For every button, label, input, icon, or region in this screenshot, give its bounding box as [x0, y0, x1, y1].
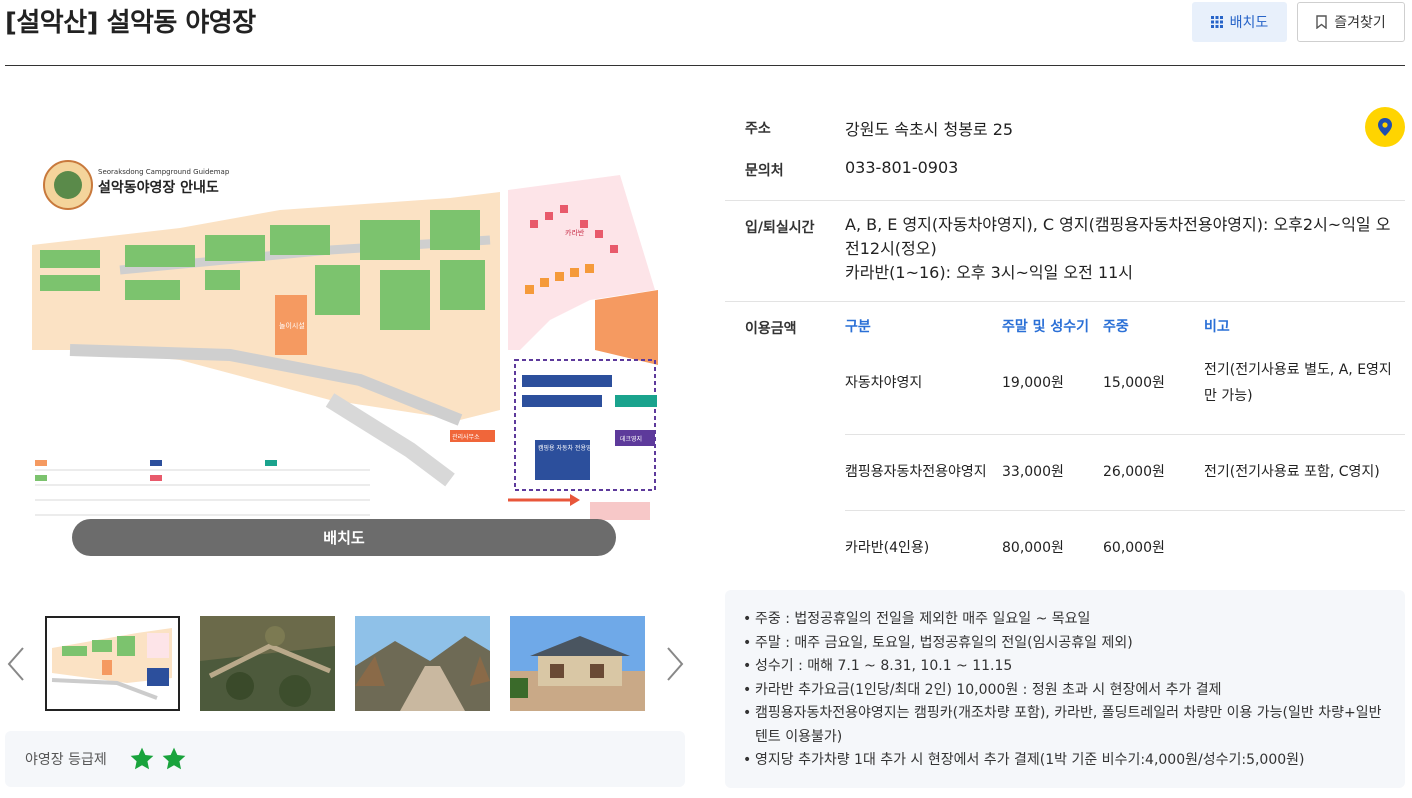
price-row-weekday: 60,000원	[1103, 540, 1165, 556]
gallery-thumbnail-aerial[interactable]	[200, 616, 335, 711]
price-row-weekend: 33,000원	[1002, 464, 1064, 480]
favorite-button[interactable]: 즐겨찾기	[1297, 2, 1405, 42]
address-label: 주소	[745, 121, 771, 137]
note-item: 주중 : 법정공휴일의 전일을 제외한 매주 일요일 ~ 목요일	[743, 608, 1390, 632]
header-divider	[5, 65, 1405, 66]
checkin-line-2: 카라반(1~16): 오후 3시~익일 오전 11시	[845, 263, 1134, 282]
price-row-weekday: 26,000원	[1103, 464, 1165, 480]
price-row-type: 캠핑용자동차전용야영지	[845, 464, 987, 480]
bookmark-icon	[1316, 15, 1327, 29]
info-divider	[725, 200, 1405, 201]
chevron-left-icon[interactable]	[5, 646, 27, 682]
checkin-value: A, B, E 영지(자동차야영지), C 영지(캠핑용자동차전용야영지): 오…	[845, 213, 1405, 285]
grid-icon	[1210, 16, 1223, 28]
map-title-ko: 설악동야영장 안내도	[98, 179, 219, 196]
grade-label: 야영장 등급제	[25, 752, 107, 768]
map-caravan-label: 카라반	[565, 228, 585, 237]
gallery-thumbnail-road[interactable]	[355, 616, 490, 711]
price-row-type: 카라반(4인용)	[845, 540, 930, 556]
address-value: 강원도 속초시 청봉로 25	[845, 120, 1014, 139]
note-item: 캠핑용자동차전용야영지는 캠핑카(개조차량 포함), 카라반, 폴딩트레일러 차…	[743, 702, 1390, 749]
price-label: 이용금액	[745, 321, 797, 337]
gallery-thumbnail-map[interactable]	[45, 616, 180, 711]
map-office: 관리사무소	[452, 433, 480, 441]
price-header-weekday: 주중	[1103, 319, 1129, 335]
note-item: 카라반 추가요금(1인당/최대 2인) 10,000원 : 정원 초과 시 현장…	[743, 679, 1390, 703]
map-layout-button[interactable]: 배치도	[1192, 2, 1287, 42]
price-header-type: 구분	[845, 319, 871, 335]
map-deck-zone: 데크영지	[620, 435, 642, 443]
campground-map-image[interactable]: Seoraksdong Campground Guidemap 설악동야영장 안…	[30, 150, 670, 530]
price-header-weekend: 주말 및 성수기	[1002, 319, 1090, 335]
map-rv-zone: 캠핑용 자동차 전용영지	[538, 444, 597, 452]
price-row-weekend: 80,000원	[1002, 540, 1064, 556]
pricing-notes: 주중 : 법정공휴일의 전일을 제외한 매주 일요일 ~ 목요일 주말 : 매주…	[725, 590, 1405, 788]
note-item: 성수기 : 매해 7.1 ~ 8.31, 10.1 ~ 11.15	[743, 655, 1390, 679]
star-icon	[162, 747, 186, 770]
gallery-thumbnail-building[interactable]	[510, 616, 645, 711]
info-divider	[725, 301, 1405, 302]
price-header-note: 비고	[1204, 319, 1230, 335]
price-row-weekday: 15,000원	[1103, 375, 1165, 391]
chevron-right-icon[interactable]	[664, 646, 686, 682]
map-caption: 배치도	[72, 519, 616, 556]
campground-grade-box: 야영장 등급제	[5, 731, 685, 787]
map-play-area: 놀이시설	[279, 321, 305, 330]
price-row-type: 자동차야영지	[845, 375, 923, 391]
map-pin-icon	[1378, 118, 1392, 136]
grade-stars	[129, 746, 187, 772]
note-item: 영지당 추가차량 1대 추가 시 현장에서 추가 결제(1박 기준 비수기:4,…	[743, 749, 1390, 773]
note-item: 주말 : 매주 금요일, 토요일, 법정공휴일의 전일(임시공휴일 제외)	[743, 632, 1390, 656]
favorite-label: 즐겨찾기	[1334, 15, 1386, 31]
price-row-weekend: 19,000원	[1002, 375, 1064, 391]
location-button[interactable]	[1365, 107, 1405, 147]
checkin-line-1: A, B, E 영지(자동차야영지), C 영지(캠핑용자동차전용야영지): 오…	[845, 215, 1391, 258]
price-row-note: 전기(전기사용료 별도, A, E영지만 가능)	[1204, 362, 1392, 404]
contact-value: 033-801-0903	[845, 158, 959, 177]
map-layout-label: 배치도	[1229, 15, 1269, 31]
contact-label: 문의처	[745, 163, 784, 179]
star-icon	[130, 747, 154, 770]
price-row-note: 전기(전기사용료 포함, C영지)	[1204, 464, 1380, 480]
page-title: [설악산] 설악동 야영장	[5, 8, 256, 38]
table-row-divider	[845, 510, 1405, 511]
map-title-en: Seoraksdong Campground Guidemap	[98, 168, 230, 176]
table-row-divider	[845, 434, 1405, 435]
checkin-label: 입/퇴실시간	[745, 220, 815, 236]
